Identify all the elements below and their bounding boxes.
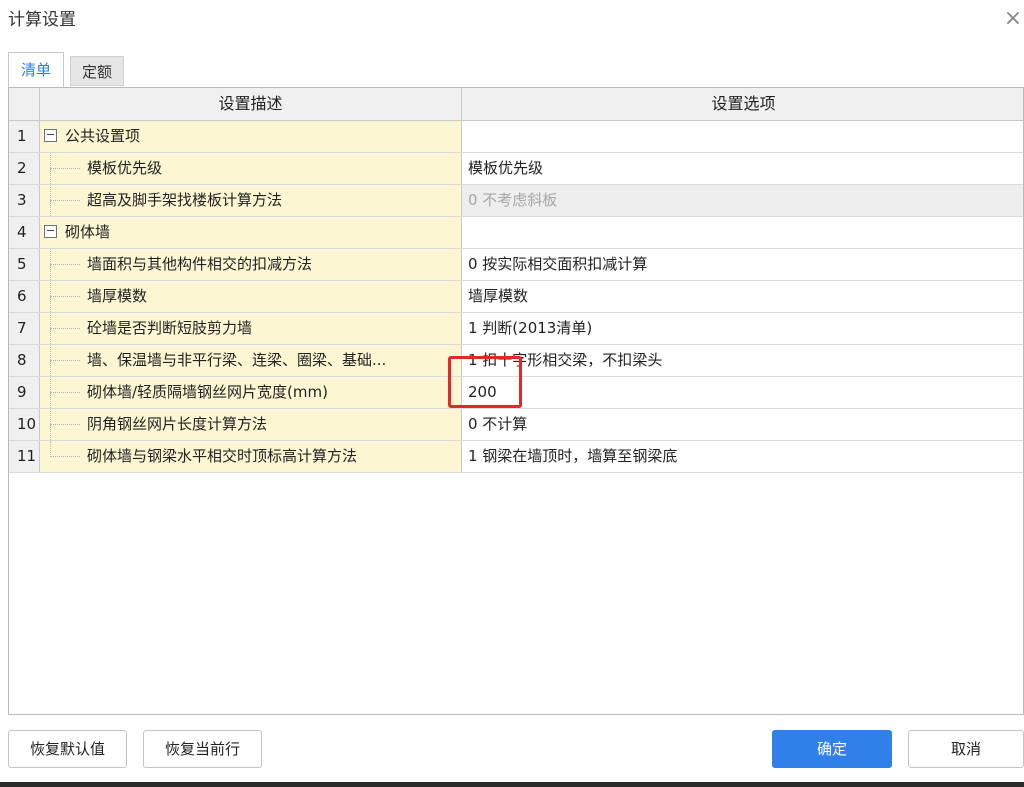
row-option-value[interactable] bbox=[462, 121, 1023, 152]
row-number: 8 bbox=[9, 345, 40, 376]
tree-line bbox=[50, 264, 80, 265]
restore-default-button[interactable]: 恢复默认值 bbox=[8, 730, 127, 768]
dialog-title: 计算设置 bbox=[8, 10, 76, 30]
tree-line bbox=[50, 424, 80, 425]
tab-bill[interactable]: 清单 bbox=[8, 52, 64, 88]
row-number: 11 bbox=[9, 441, 40, 472]
row-number: 9 bbox=[9, 377, 40, 408]
column-header-option: 设置选项 bbox=[711, 94, 776, 113]
group-label: 公共设置项 bbox=[65, 127, 141, 145]
restore-current-row-button[interactable]: 恢复当前行 bbox=[143, 730, 262, 768]
table-row[interactable]: 10 阴角钢丝网片长度计算方法 0 不计算 bbox=[9, 409, 1023, 441]
row-option-value: 0 不考虑斜板 bbox=[462, 185, 1023, 216]
close-icon[interactable]: × bbox=[1002, 8, 1024, 32]
row-number: 3 bbox=[9, 185, 40, 216]
row-option-value[interactable]: 模板优先级 bbox=[462, 153, 1023, 184]
row-option-value[interactable]: 1 扣十字形相交梁，不扣梁头 bbox=[462, 345, 1023, 376]
row-number: 2 bbox=[9, 153, 40, 184]
setting-label: 砌体墙与钢梁水平相交时顶标高计算方法 bbox=[87, 447, 358, 465]
setting-label: 墙面积与其他构件相交的扣减方法 bbox=[87, 255, 313, 273]
tree-line bbox=[50, 296, 80, 297]
tree-line bbox=[50, 168, 80, 169]
tree-line bbox=[50, 441, 51, 457]
row-option-value[interactable] bbox=[462, 217, 1023, 248]
row-number: 7 bbox=[9, 313, 40, 344]
table-row[interactable]: 2 模板优先级 模板优先级 bbox=[9, 153, 1023, 185]
row-option-value[interactable]: 1 钢梁在墙顶时，墙算至钢梁底 bbox=[462, 441, 1023, 472]
row-option-value[interactable]: 0 不计算 bbox=[462, 409, 1023, 440]
row-description: 超高及脚手架找楼板计算方法 bbox=[40, 185, 462, 216]
tree-line bbox=[50, 392, 80, 393]
row-number: 10 bbox=[9, 409, 40, 440]
table-row[interactable]: 5 墙面积与其他构件相交的扣减方法 0 按实际相交面积扣减计算 bbox=[9, 249, 1023, 281]
tree-line bbox=[50, 360, 80, 361]
table-row[interactable]: 7 砼墙是否判断短肢剪力墙 1 判断(2013清单) bbox=[9, 313, 1023, 345]
setting-label: 砌体墙/轻质隔墙钢丝网片宽度(mm) bbox=[87, 383, 328, 401]
table-row[interactable]: 11 砌体墙与钢梁水平相交时顶标高计算方法 1 钢梁在墙顶时，墙算至钢梁底 bbox=[9, 441, 1023, 473]
column-header-description: 设置描述 bbox=[40, 88, 462, 120]
row-number: 4 bbox=[9, 217, 40, 248]
row-description: 墙、保温墙与非平行梁、连梁、圈梁、基础... bbox=[40, 345, 462, 376]
table-row[interactable]: 8 墙、保温墙与非平行梁、连梁、圈梁、基础... 1 扣十字形相交梁，不扣梁头 bbox=[9, 345, 1023, 377]
row-description: 模板优先级 bbox=[40, 153, 462, 184]
grid-header: 设置描述 设置选项 bbox=[9, 88, 1023, 121]
tree-line bbox=[50, 328, 80, 329]
row-description: − 砌体墙 bbox=[40, 217, 462, 248]
row-number: 5 bbox=[9, 249, 40, 280]
row-description: 阴角钢丝网片长度计算方法 bbox=[40, 409, 462, 440]
collapse-icon[interactable]: − bbox=[44, 129, 57, 142]
setting-label: 墙厚模数 bbox=[87, 287, 148, 305]
ok-button[interactable]: 确定 bbox=[772, 730, 892, 768]
row-description: 砌体墙/轻质隔墙钢丝网片宽度(mm) bbox=[40, 377, 462, 408]
row-description: 墙面积与其他构件相交的扣减方法 bbox=[40, 249, 462, 280]
row-description: 砼墙是否判断短肢剪力墙 bbox=[40, 313, 462, 344]
row-option-value[interactable]: 墙厚模数 bbox=[462, 281, 1023, 312]
row-description: − 公共设置项 bbox=[40, 121, 462, 152]
row-option-value[interactable]: 200 bbox=[462, 377, 1023, 408]
setting-label: 砼墙是否判断短肢剪力墙 bbox=[87, 319, 253, 337]
table-row[interactable]: 9 砌体墙/轻质隔墙钢丝网片宽度(mm) 200 bbox=[9, 377, 1023, 409]
setting-label: 模板优先级 bbox=[87, 159, 163, 177]
row-description: 墙厚模数 bbox=[40, 281, 462, 312]
row-description: 砌体墙与钢梁水平相交时顶标高计算方法 bbox=[40, 441, 462, 472]
collapse-icon[interactable]: − bbox=[44, 225, 57, 238]
row-number: 6 bbox=[9, 281, 40, 312]
table-row[interactable]: 6 墙厚模数 墙厚模数 bbox=[9, 281, 1023, 313]
cancel-button[interactable]: 取消 bbox=[908, 730, 1024, 768]
taskbar-edge bbox=[0, 782, 1024, 787]
setting-label: 墙、保温墙与非平行梁、连梁、圈梁、基础... bbox=[87, 351, 387, 369]
settings-grid: 设置描述 设置选项 1 − 公共设置项 2 模板优先级 模板优先级 3 超高及脚… bbox=[8, 87, 1024, 715]
group-label: 砌体墙 bbox=[65, 223, 111, 241]
table-row[interactable]: 1 − 公共设置项 bbox=[9, 121, 1023, 153]
tab-quota[interactable]: 定额 bbox=[70, 56, 124, 86]
row-option-value[interactable]: 1 判断(2013清单) bbox=[462, 313, 1023, 344]
setting-label: 阴角钢丝网片长度计算方法 bbox=[87, 415, 268, 433]
header-corner bbox=[9, 88, 40, 120]
row-number: 1 bbox=[9, 121, 40, 152]
tree-line bbox=[50, 200, 80, 201]
table-row[interactable]: 3 超高及脚手架找楼板计算方法 0 不考虑斜板 bbox=[9, 185, 1023, 217]
row-option-value[interactable]: 0 按实际相交面积扣减计算 bbox=[462, 249, 1023, 280]
table-row[interactable]: 4 − 砌体墙 bbox=[9, 217, 1023, 249]
setting-label: 超高及脚手架找楼板计算方法 bbox=[87, 191, 283, 209]
tree-line bbox=[50, 456, 80, 457]
